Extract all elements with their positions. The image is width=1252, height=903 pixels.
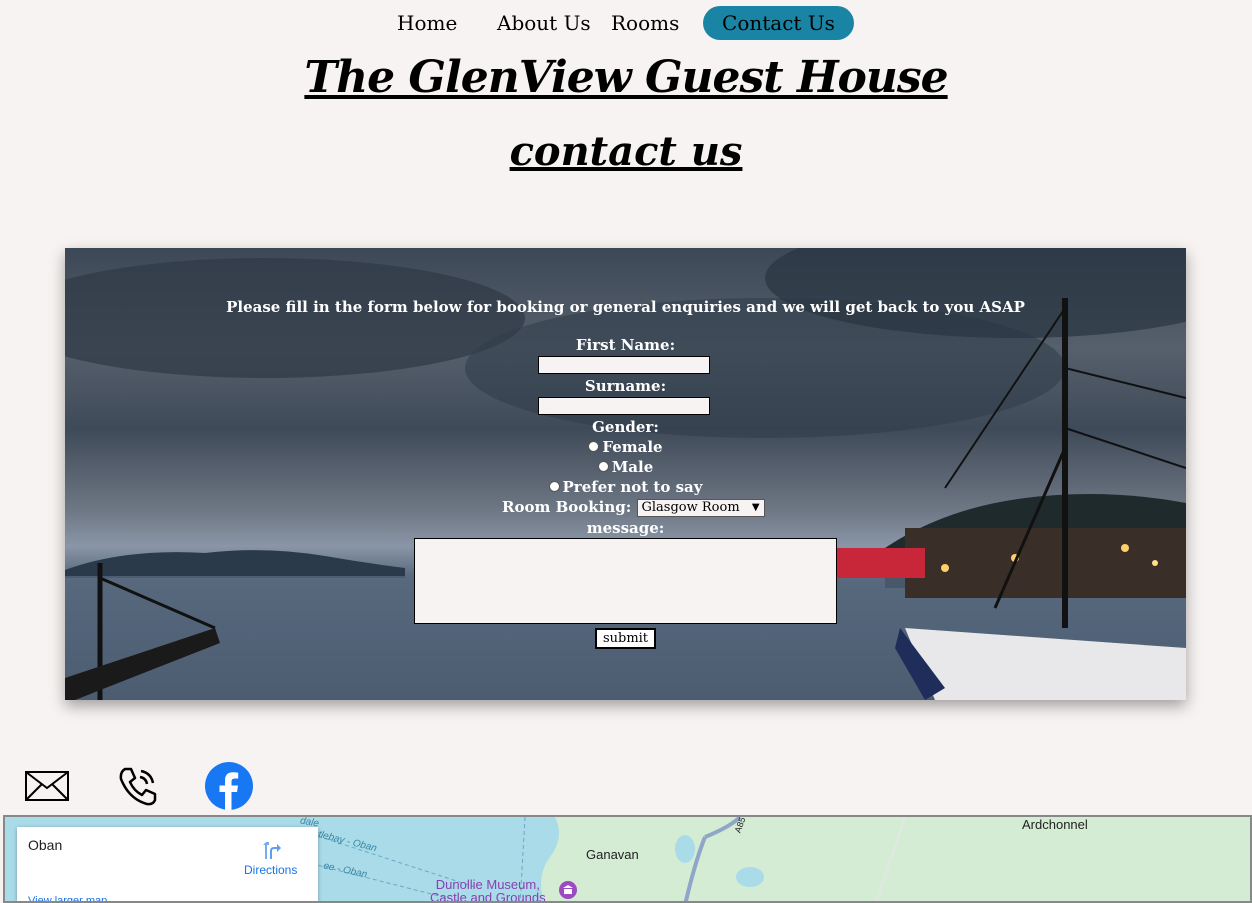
gender-option-female[interactable]: Female [65,438,1186,456]
nav-home-link[interactable]: Home [397,6,457,40]
museum-pin-icon[interactable] [558,880,578,900]
gender-option-prefer-not[interactable]: Prefer not to say [65,478,1186,496]
phone-icon[interactable] [117,765,159,807]
embedded-map[interactable]: dale astlebay - Oban ee - Oban Ganavan A… [3,815,1252,903]
page-title: contact us [509,128,743,175]
site-title: The GlenView Guest House [304,52,948,103]
radio-male[interactable] [597,461,609,472]
surname-label: Surname: [584,377,667,395]
map-label-museum[interactable]: Dunollie Museum, Castle and Grounds [430,878,546,901]
map-label-ganavan: Ganavan [586,847,639,862]
facebook-icon[interactable] [205,762,253,810]
chevron-down-icon: ▼ [751,502,760,513]
directions-link[interactable]: Directions [244,863,297,877]
message-textarea[interactable] [414,538,837,624]
nav-contact-link[interactable]: Contact Us [703,6,854,40]
enquiry-form: Please fill in the form below for bookin… [65,248,1186,700]
surname-input[interactable] [538,397,710,415]
nav-rooms-link[interactable]: Rooms [611,6,679,40]
map-place-name: Oban [28,837,63,853]
gender-label: Gender: [592,418,659,436]
contact-form-hero: Please fill in the form below for bookin… [65,248,1186,700]
submit-button[interactable]: submit [595,628,656,649]
directions-icon[interactable] [260,839,282,861]
map-info-card: Oban Directions View larger map [17,827,318,901]
radio-prefer-not[interactable] [548,481,560,492]
envelope-icon[interactable] [25,770,69,802]
radio-female[interactable] [588,441,600,452]
main-nav: Home About Us Rooms Contact Us [0,6,1252,40]
view-larger-map-link[interactable]: View larger map [28,895,107,901]
first-name-input[interactable] [538,356,710,374]
first-name-label: First Name: [575,336,676,354]
nav-about-link[interactable]: About Us [497,6,591,40]
form-intro-text: Please fill in the form below for bookin… [226,298,1025,316]
map-label-ardchonnel: Ardchonnel [1022,817,1088,832]
message-label: message: [586,519,665,537]
gender-option-male[interactable]: Male [65,458,1186,476]
room-booking-label: Room Booking: [502,498,632,516]
room-select[interactable]: Glasgow Room ▼ [636,499,765,517]
room-booking-row: Room Booking: Glasgow Room ▼ [502,498,765,517]
